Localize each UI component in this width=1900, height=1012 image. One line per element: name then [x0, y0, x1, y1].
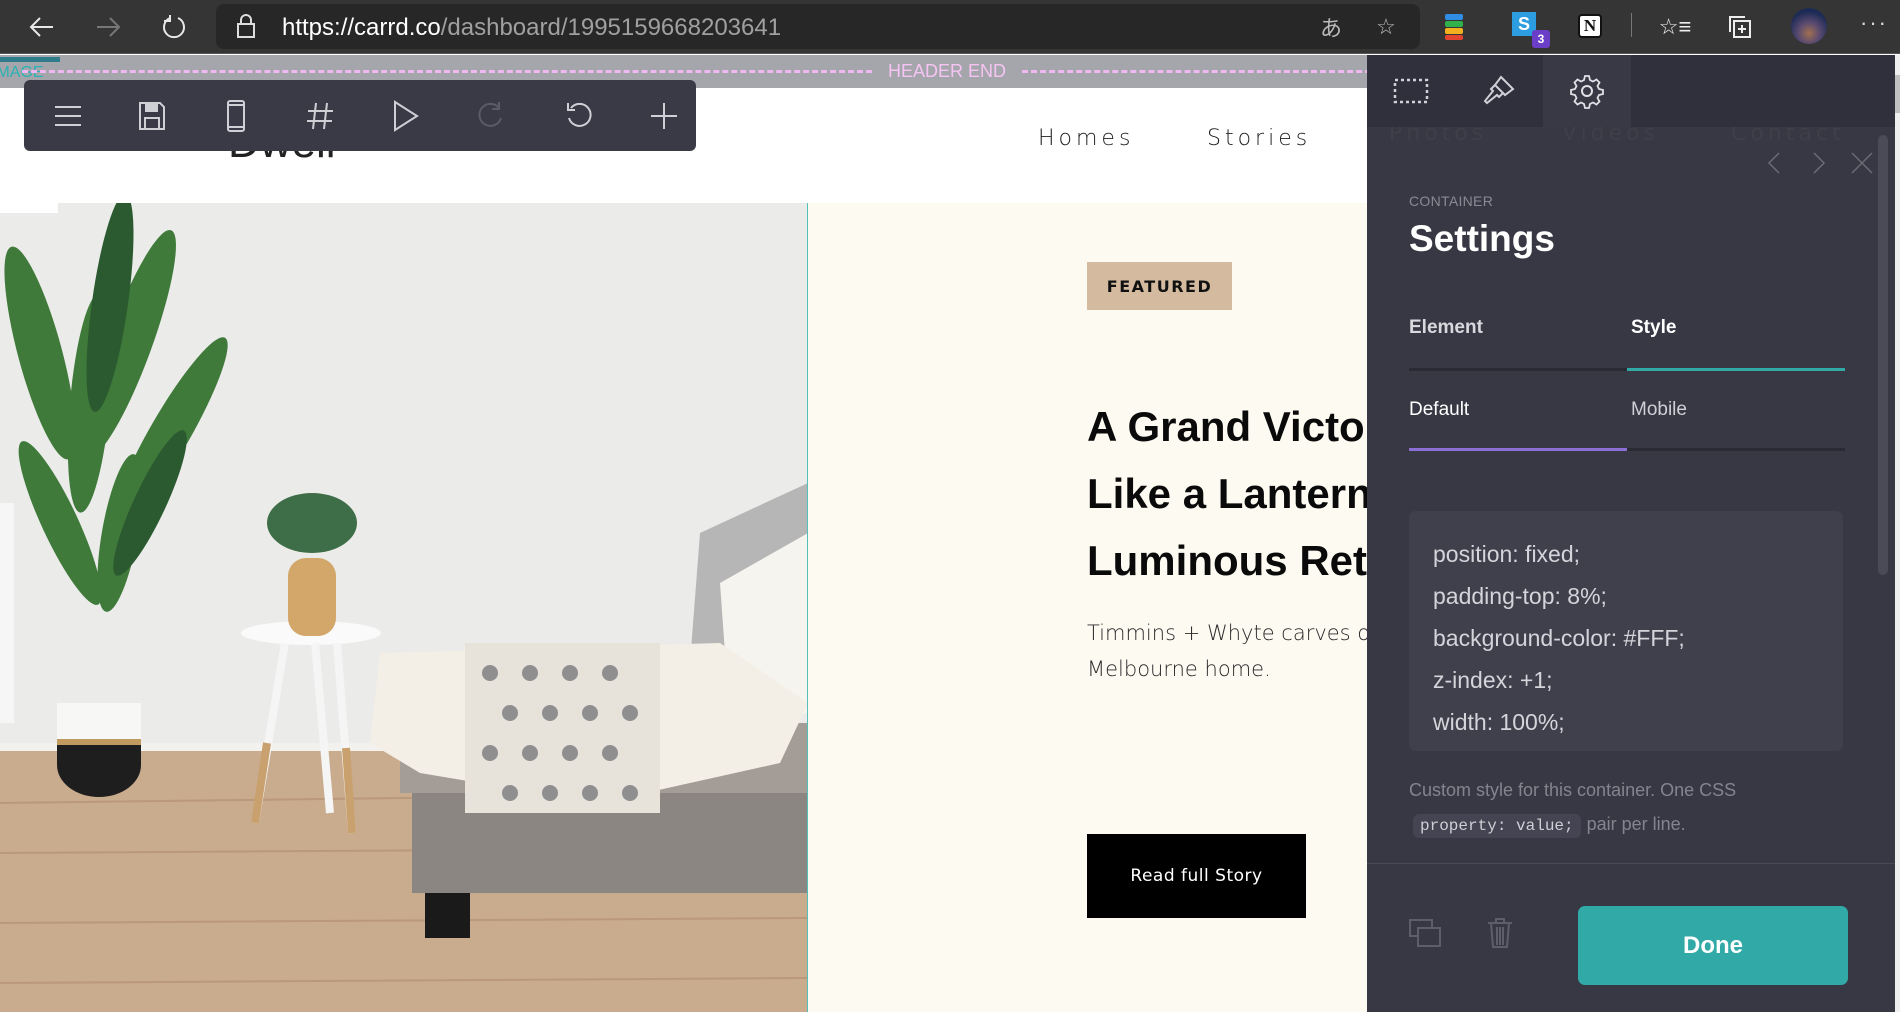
- living-room-photo: [0, 203, 807, 1012]
- floppy-disk-icon: [139, 102, 165, 130]
- notion-extension[interactable]: N: [1575, 10, 1605, 42]
- panel-kicker: CONTAINER: [1409, 193, 1494, 209]
- duplicate-button[interactable]: [1407, 915, 1443, 951]
- plus-icon: [651, 103, 677, 129]
- segment-element[interactable]: Element: [1409, 317, 1483, 339]
- featured-badge: FEATURED: [1087, 262, 1232, 310]
- subtab-underline-inactive: [1627, 448, 1845, 451]
- more-menu-icon[interactable]: ···: [1860, 10, 1888, 36]
- hamburger-icon: [55, 106, 81, 126]
- duplicate-icon: [1409, 919, 1441, 947]
- css-line: background-color: #FFF;: [1433, 625, 1685, 651]
- arrow-left-icon: [29, 17, 53, 37]
- hint-suffix: pair per line.: [1586, 814, 1686, 834]
- url-host: https://carrd.co: [282, 14, 441, 41]
- close-icon: [1851, 152, 1873, 174]
- stack-layer-yellow: [1445, 28, 1463, 34]
- delete-button[interactable]: [1482, 915, 1518, 951]
- header-end-label: HEADER END: [888, 61, 1007, 81]
- css-line: padding-top: 8%;: [1433, 583, 1607, 609]
- segment-style[interactable]: Style: [1631, 317, 1676, 339]
- css-line: width: 100%;: [1433, 709, 1565, 735]
- toolbar-separator: [1631, 13, 1632, 37]
- chevron-left-icon: [1767, 152, 1780, 174]
- css-line: position: fixed;: [1433, 541, 1581, 567]
- add-element-button[interactable]: [642, 94, 686, 138]
- nav-link-stories[interactable]: Stories: [1207, 126, 1311, 151]
- redo-button[interactable]: [470, 94, 514, 138]
- reload-button[interactable]: [154, 8, 194, 46]
- hash-icon: [307, 102, 333, 130]
- reload-icon: [163, 15, 185, 39]
- hint-code: property: value;: [1413, 814, 1581, 838]
- s-extension[interactable]: S 3: [1510, 10, 1550, 48]
- forward-button[interactable]: [88, 8, 128, 46]
- profile-avatar[interactable]: [1791, 8, 1827, 44]
- header-strip: [0, 203, 58, 213]
- favorites-list-icon[interactable]: ☆≡: [1659, 12, 1692, 42]
- mobile-device-icon: [227, 100, 245, 132]
- mobile-preview-button[interactable]: [214, 94, 258, 138]
- stack-layer-green: [1445, 21, 1463, 27]
- editor-toolbar: [24, 80, 696, 151]
- translate-icon[interactable]: あ: [1316, 12, 1346, 42]
- tab-style-brush[interactable]: [1455, 55, 1543, 127]
- hint-prefix: Custom style for this container. One CSS: [1409, 780, 1737, 800]
- url-text[interactable]: https://carrd.co/dashboard/1995159668203…: [282, 14, 781, 42]
- panel-scrollbar[interactable]: [1878, 135, 1888, 575]
- settings-panel: Photos Videos Contact CONTAINER Settings…: [1367, 55, 1895, 1012]
- hash-button[interactable]: [298, 94, 342, 138]
- menu-button[interactable]: [46, 94, 90, 138]
- panel-divider: [1367, 863, 1895, 864]
- collections-button[interactable]: [1725, 12, 1755, 42]
- page-scrollbar[interactable]: [1895, 55, 1900, 1012]
- page-scrollbar-thumb[interactable]: [1895, 75, 1900, 113]
- tab-select-area[interactable]: [1367, 55, 1455, 127]
- dotted-rectangle-icon: [1393, 78, 1429, 104]
- gear-icon: [1570, 75, 1604, 109]
- stack-layer-red: [1445, 35, 1463, 40]
- undo-icon: [567, 102, 592, 127]
- guide-dash-left: [22, 70, 872, 73]
- url-path: /dashboard/1995159668203641: [440, 14, 782, 41]
- undo-button[interactable]: [556, 94, 600, 138]
- guide-marker: [0, 57, 60, 62]
- colorful-stack-extension[interactable]: [1440, 10, 1470, 42]
- play-icon: [394, 100, 419, 132]
- address-bar[interactable]: https://carrd.co/dashboard/1995159668203…: [216, 4, 1420, 49]
- css-hint: Custom style for this container. One CSS…: [1409, 773, 1849, 843]
- panel-tab-bar: [1367, 55, 1895, 127]
- favorite-star-icon[interactable]: ☆: [1371, 12, 1401, 42]
- chevron-right-icon: [1813, 152, 1826, 174]
- css-line: z-index: +1;: [1433, 667, 1553, 693]
- custom-css-textarea[interactable]: position: fixed; padding-top: 8%; backgr…: [1409, 511, 1843, 751]
- segment-underline-inactive: [1409, 368, 1627, 371]
- panel-title: Settings: [1409, 218, 1555, 259]
- tab-settings[interactable]: [1543, 55, 1631, 127]
- arrow-right-icon: [97, 17, 121, 37]
- hero-image[interactable]: [0, 203, 808, 1012]
- next-button[interactable]: [1804, 148, 1834, 178]
- close-button[interactable]: [1847, 148, 1877, 178]
- read-full-story-button[interactable]: Read full Story: [1087, 834, 1306, 918]
- notion-icon: N: [1578, 14, 1602, 38]
- stack-layer-blue: [1445, 14, 1463, 20]
- collections-icon: [1729, 16, 1751, 38]
- subtab-underline-active: [1409, 448, 1627, 451]
- subtab-mobile[interactable]: Mobile: [1631, 399, 1687, 421]
- save-button[interactable]: [130, 94, 174, 138]
- done-button[interactable]: Done: [1578, 906, 1848, 985]
- lock-icon: [237, 14, 255, 38]
- back-button[interactable]: [22, 8, 62, 46]
- preview-play-button[interactable]: [384, 94, 428, 138]
- extension-badge: 3: [1532, 30, 1550, 48]
- segment-underline-active: [1627, 368, 1845, 371]
- nav-link-homes[interactable]: Homes: [1038, 126, 1134, 151]
- previous-button[interactable]: [1759, 148, 1789, 178]
- paint-brush-icon: [1483, 75, 1515, 105]
- redo-icon: [478, 102, 502, 127]
- browser-toolbar: https://carrd.co/dashboard/1995159668203…: [0, 0, 1900, 54]
- trash-icon: [1488, 918, 1512, 948]
- subtab-default[interactable]: Default: [1409, 399, 1469, 421]
